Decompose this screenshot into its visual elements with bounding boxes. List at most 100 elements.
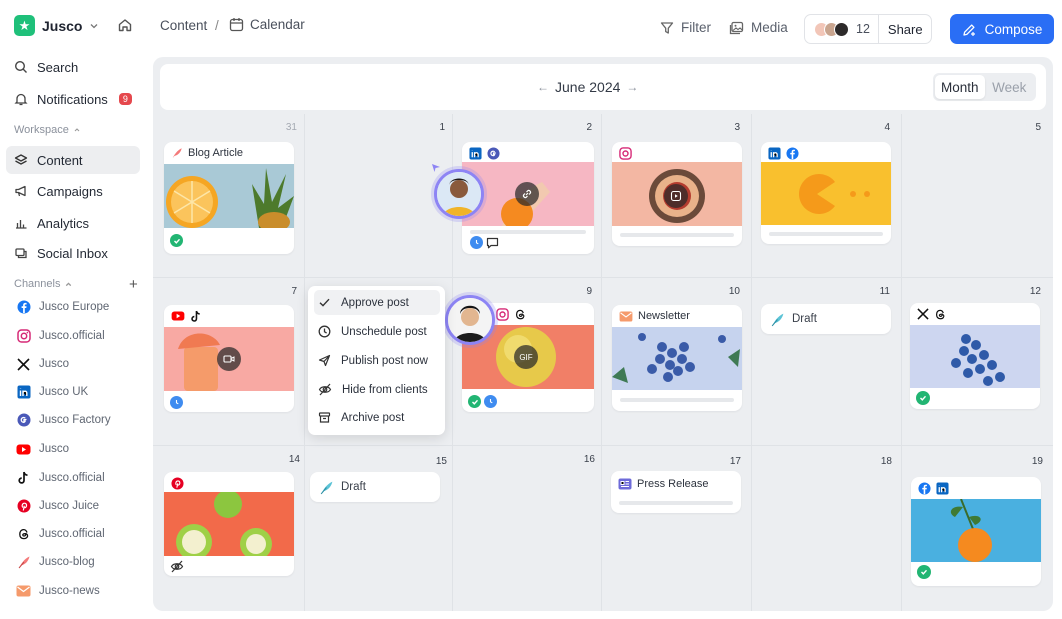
next-month-button[interactable]: → (626, 80, 638, 94)
orange-slice-image (761, 162, 891, 225)
month-label: June 2024 (555, 79, 621, 95)
channel-item[interactable]: Jusco-news (16, 582, 100, 600)
channel-item[interactable]: Jusco.official (16, 327, 105, 345)
compose-button[interactable]: Compose (950, 14, 1054, 44)
check-icon (170, 234, 183, 247)
pinterest-icon (16, 499, 31, 514)
avatar (834, 21, 849, 37)
channel-item[interactable]: Jusco-blog (16, 553, 95, 571)
post-card-header: Newsletter (612, 305, 742, 327)
day-number: 9 (586, 286, 592, 297)
calendar-icon (229, 18, 244, 32)
post-status (916, 391, 930, 405)
post-card[interactable] (164, 472, 294, 576)
add-channel-button[interactable]: + (129, 276, 138, 293)
prev-month-button[interactable]: ← (537, 80, 549, 94)
instagram-icon (496, 307, 509, 321)
grid-line (901, 114, 902, 611)
home-icon[interactable] (117, 17, 133, 33)
channel-item[interactable]: Jusco Factory (16, 411, 111, 429)
collaborator-avatars (814, 21, 849, 37)
channel-item[interactable]: Jusco (16, 440, 69, 458)
orange-pineapple-image (164, 164, 294, 228)
menu-item-label: Publish post now (341, 354, 428, 367)
green-apples-image (164, 492, 294, 556)
approve-post-item[interactable]: Approve post (314, 290, 440, 315)
post-status (170, 560, 184, 573)
post-status (470, 236, 499, 249)
view-week-button[interactable]: Week (985, 75, 1035, 99)
channel-item[interactable]: Jusco.official (16, 525, 105, 543)
channel-label: Jusco Juice (39, 500, 100, 512)
placeholder-line (470, 230, 586, 234)
send-icon (318, 354, 331, 367)
quill-icon (172, 148, 182, 159)
post-card-header (164, 305, 294, 327)
breadcrumb-current-label: Calendar (250, 17, 305, 32)
placeholder-line (620, 398, 734, 402)
day-number: 7 (291, 286, 297, 297)
check-icon (917, 565, 931, 579)
channel-item[interactable]: Jusco.official (16, 469, 105, 487)
workspace-section-label[interactable]: Workspace (14, 124, 81, 136)
channels-section-label[interactable]: Channels (14, 278, 73, 290)
channel-item[interactable]: Jusco (16, 355, 69, 373)
chevron-up-icon (74, 128, 80, 132)
grid-line (751, 114, 752, 611)
reel-icon (664, 184, 688, 208)
post-card[interactable]: Blog Article (164, 142, 294, 254)
view-month-button[interactable]: Month (935, 75, 985, 99)
post-card[interactable]: Press Release (611, 471, 741, 513)
inbox-icon (15, 248, 27, 259)
bar-chart-icon (16, 220, 27, 229)
channel-label: Jusco Factory (39, 414, 111, 426)
share-control[interactable]: 12 Share (804, 14, 932, 44)
tiktok-icon (191, 310, 200, 322)
channel-item[interactable]: Jusco Juice (16, 497, 99, 515)
archive-post-item[interactable]: Archive post (314, 405, 440, 430)
channel-item[interactable]: Jusco Europe (16, 298, 109, 316)
placeholder-line (619, 501, 733, 505)
draft-card[interactable]: Draft (761, 304, 891, 334)
breadcrumb-root[interactable]: Content (160, 18, 207, 33)
google-icon (487, 146, 500, 160)
filter-button[interactable]: Filter (660, 20, 711, 35)
clock-icon (318, 325, 331, 338)
nav-campaigns[interactable]: Campaigns (6, 177, 140, 205)
media-button[interactable]: Media (729, 20, 788, 35)
nav-search[interactable]: Search (6, 53, 140, 81)
share-button[interactable]: Share (888, 22, 923, 37)
nav-content[interactable]: Content (6, 146, 140, 174)
tiktok-icon (16, 471, 31, 486)
draft-card[interactable]: Draft (310, 472, 440, 502)
day-number: 16 (583, 454, 595, 465)
post-card[interactable] (164, 305, 294, 412)
workspace-switcher[interactable]: ★ Jusco (14, 15, 99, 36)
collaborator-avatar (445, 295, 495, 345)
nav-social-inbox[interactable]: Social Inbox (6, 239, 140, 267)
nav-notifications[interactable]: Notifications 9 (6, 85, 140, 113)
post-card[interactable] (910, 303, 1040, 409)
channel-label: Jusco Europe (39, 301, 110, 313)
mail-icon (16, 584, 31, 599)
youtube-icon (171, 311, 185, 321)
post-card[interactable] (911, 477, 1041, 586)
channel-item[interactable]: Jusco UK (16, 383, 88, 401)
quill-icon (320, 481, 333, 494)
post-card[interactable]: Newsletter (612, 305, 742, 411)
unschedule-post-item[interactable]: Unschedule post (314, 319, 440, 344)
pencil-plus-icon (962, 23, 975, 36)
post-card[interactable] (761, 142, 891, 244)
collaborator-avatar (434, 169, 484, 219)
post-card-header (911, 477, 1041, 499)
nav-analytics[interactable]: Analytics (6, 209, 140, 237)
channel-label: Jusco-blog (39, 556, 95, 568)
hide-from-clients-item[interactable]: Hide from clients (314, 377, 440, 402)
post-context-menu: Approve post Unschedule post Publish pos… (308, 286, 445, 435)
post-card[interactable] (612, 142, 742, 246)
post-card-header (612, 142, 742, 164)
publish-post-now-item[interactable]: Publish post now (314, 348, 440, 373)
x-icon (16, 357, 31, 372)
day-number: 3 (734, 122, 740, 133)
notification-badge: 9 (118, 93, 132, 105)
